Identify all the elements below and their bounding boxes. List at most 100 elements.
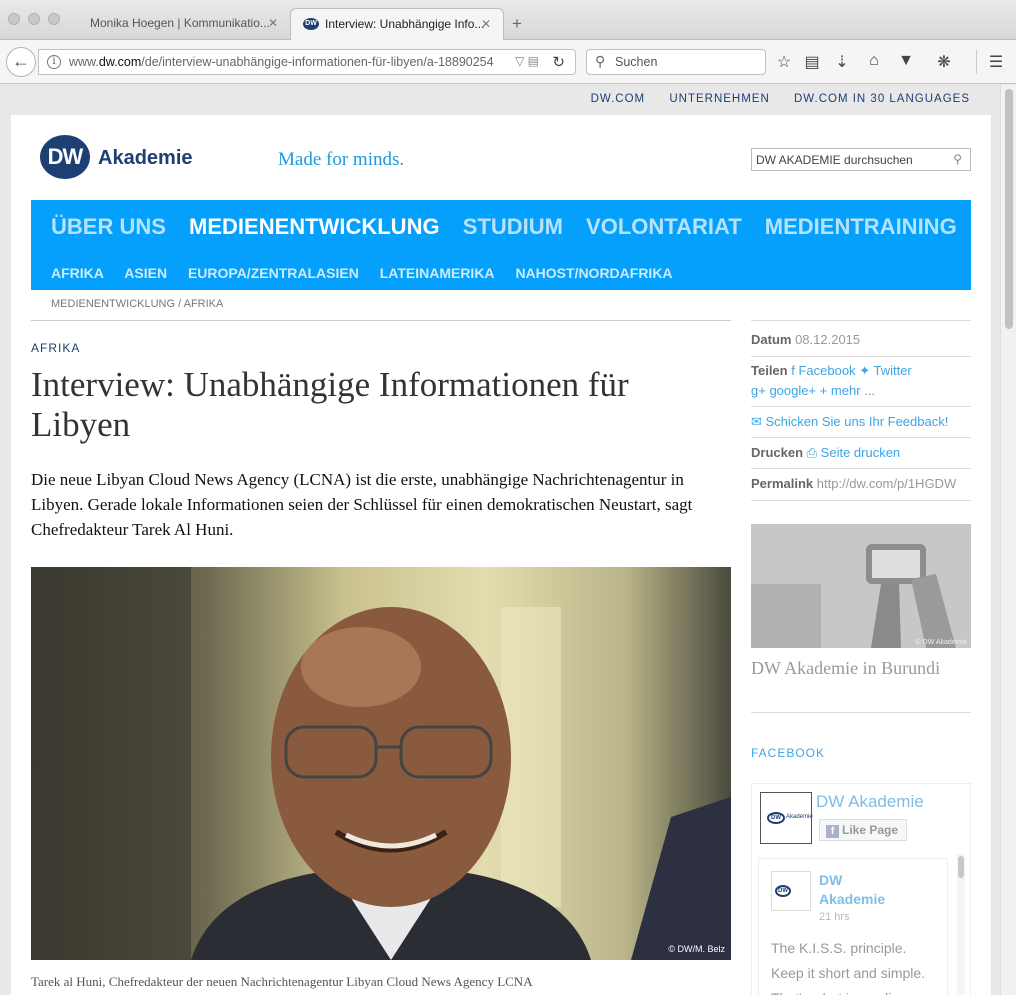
fb-page-logo[interactable]: DW Akademie bbox=[760, 792, 813, 844]
share-google-label: google+ bbox=[769, 383, 817, 398]
print-label: Drucken bbox=[751, 445, 804, 460]
subnav-item-asien[interactable]: ASIEN bbox=[124, 265, 167, 281]
divider bbox=[751, 468, 971, 469]
share-more-link[interactable]: + mehr ... bbox=[820, 383, 875, 398]
twitter-icon: ✦ bbox=[859, 363, 874, 378]
print-link[interactable]: ⎙ Seite drucken bbox=[807, 445, 901, 460]
subnav-item-europa[interactable]: EUROPA/ZENTRALASIEN bbox=[188, 265, 359, 281]
search-icon[interactable]: ⚲ bbox=[953, 152, 962, 166]
promo-credit: © DW Akademie bbox=[915, 639, 967, 646]
reader-view-icon[interactable]: ▽ ▤ bbox=[515, 54, 539, 68]
share-facebook-label: Facebook bbox=[798, 363, 856, 378]
share-row: Teilen f Facebook ✦ Twitter bbox=[751, 363, 971, 379]
feedback-link[interactable]: ✉ Schicken Sie uns Ihr Feedback! bbox=[751, 414, 971, 430]
tab-title: Monika Hoegen | Kommunikatio... bbox=[90, 16, 270, 30]
window-close-button[interactable] bbox=[8, 13, 20, 25]
site-search-placeholder: DW AKADEMIE durchsuchen bbox=[756, 153, 913, 167]
nav-item-ueber-uns[interactable]: ÜBER UNS bbox=[51, 214, 166, 239]
url-path: /de/interview-unabhängige-informationen-… bbox=[141, 55, 494, 69]
home-icon[interactable]: ⌂ bbox=[864, 52, 884, 70]
nav-item-volontariat[interactable]: VOLONTARIAT bbox=[586, 214, 742, 239]
fb-scrollbar[interactable] bbox=[957, 854, 965, 995]
google-plus-icon: g+ bbox=[751, 383, 770, 398]
dw-mini-logo-icon: DW bbox=[775, 885, 791, 897]
permalink-label: Permalink bbox=[751, 476, 814, 491]
info-icon[interactable]: i bbox=[47, 55, 61, 69]
extension-icon[interactable]: ❋ bbox=[934, 52, 954, 72]
window-minimize-button[interactable] bbox=[28, 13, 40, 25]
promo-illustration bbox=[751, 524, 971, 648]
facebook-icon: f bbox=[826, 825, 839, 838]
divider bbox=[751, 500, 971, 501]
share-more-label: mehr ... bbox=[830, 383, 875, 398]
fb-post-text: The K.I.S.S. principle. Keep it short an… bbox=[771, 940, 926, 995]
fb-page-name[interactable]: DW Akademie bbox=[816, 792, 924, 812]
fb-scroll-thumb[interactable] bbox=[958, 856, 964, 878]
page-viewport: DW.COM UNTERNEHMEN DW.COM IN 30 LANGUAGE… bbox=[0, 85, 1016, 995]
share-facebook-link[interactable]: f Facebook bbox=[791, 363, 855, 378]
nav-item-medientraining[interactable]: MEDIENTRAINING bbox=[765, 214, 957, 239]
toplink-dw-com[interactable]: DW.COM bbox=[591, 93, 646, 105]
share-twitter-link[interactable]: ✦ Twitter bbox=[859, 363, 912, 378]
download-icon[interactable]: ⇣ bbox=[832, 52, 852, 72]
subnav-item-lateinamerika[interactable]: LATEINAMERIKA bbox=[380, 265, 495, 281]
scroll-thumb[interactable] bbox=[1005, 89, 1013, 329]
close-icon[interactable]: ✕ bbox=[268, 16, 278, 30]
subnav-item-afrika[interactable]: AFRIKA bbox=[51, 265, 104, 281]
fb-post-author[interactable]: DW Akademie bbox=[819, 871, 899, 909]
new-tab-button[interactable]: + bbox=[512, 14, 522, 34]
tab-monika-hoegen[interactable]: Monika Hoegen | Kommunikatio... ✕ bbox=[78, 8, 290, 40]
window-zoom-button[interactable] bbox=[48, 13, 60, 25]
share-twitter-label: Twitter bbox=[873, 363, 912, 378]
photo-credit: © DW/M. Belz bbox=[668, 944, 725, 954]
date-label: Datum bbox=[751, 332, 792, 347]
pocket-icon[interactable]: ▼ bbox=[896, 52, 916, 70]
facebook-widget: DW Akademie DW Akademie f Like Page DW DW… bbox=[751, 783, 971, 995]
toplink-unternehmen[interactable]: UNTERNEHMEN bbox=[669, 93, 769, 105]
permalink-value[interactable]: http://dw.com/p/1HGDW bbox=[817, 476, 956, 491]
url-host: dw.com bbox=[98, 55, 142, 69]
feedback-label: Schicken Sie uns Ihr Feedback! bbox=[765, 414, 949, 429]
bookmark-star-icon[interactable]: ☆ bbox=[774, 52, 794, 72]
toplink-languages[interactable]: DW.COM IN 30 LANGUAGES bbox=[794, 93, 970, 105]
mail-icon: ✉ bbox=[751, 414, 766, 429]
promo-title[interactable]: DW Akademie in Burundi bbox=[751, 658, 940, 679]
menu-icon[interactable]: ☰ bbox=[986, 52, 1006, 72]
url-bar[interactable]: i www.dw.com/de/interview-unabhängige-in… bbox=[38, 49, 576, 75]
url-prefix: www. bbox=[69, 55, 99, 69]
browser-search-input[interactable]: ⚲ Suchen bbox=[586, 49, 766, 75]
fb-like-button[interactable]: f Like Page bbox=[819, 819, 907, 841]
reload-icon[interactable]: ↻ bbox=[552, 53, 565, 71]
article-photo[interactable]: © DW/M. Belz bbox=[31, 567, 731, 960]
dw-logo[interactable]: DW bbox=[40, 135, 90, 179]
divider bbox=[751, 712, 971, 713]
back-button[interactable]: ← bbox=[6, 47, 36, 77]
site-search-input[interactable]: DW AKADEMIE durchsuchen ⚲ bbox=[751, 148, 971, 171]
share-label: Teilen bbox=[751, 363, 788, 378]
fb-post: DW DW Akademie 21 hrs The K.I.S.S. princ… bbox=[758, 858, 948, 995]
fb-like-label: Like Page bbox=[842, 823, 899, 837]
logo-text[interactable]: Akademie bbox=[98, 147, 193, 170]
promo-image[interactable]: © DW Akademie bbox=[751, 524, 971, 648]
reading-list-icon[interactable]: ▤ bbox=[802, 52, 822, 72]
subnav-item-nahost[interactable]: NAHOST/NORDAFRIKA bbox=[515, 265, 672, 281]
dw-mini-logo-icon: DW bbox=[767, 812, 785, 824]
permalink-row: Permalink http://dw.com/p/1HGDW bbox=[751, 476, 971, 491]
date-row: Datum 08.12.2015 bbox=[751, 332, 971, 347]
nav-item-studium[interactable]: STUDIUM bbox=[463, 214, 563, 239]
breadcrumb-afrika[interactable]: AFRIKA bbox=[184, 298, 224, 310]
print-row: Drucken ⎙ Seite drucken bbox=[751, 445, 971, 461]
nav-item-medienentwicklung[interactable]: MEDIENENTWICKLUNG bbox=[189, 214, 440, 239]
search-icon: ⚲ bbox=[595, 53, 606, 69]
breadcrumb-medienentwicklung[interactable]: MEDIENENTWICKLUNG bbox=[51, 298, 175, 310]
fb-post-avatar[interactable]: DW bbox=[771, 871, 811, 911]
mini-logo-text: Akademie bbox=[786, 814, 813, 820]
tab-interview[interactable]: DW Interview: Unabhängige Info... ✕ bbox=[290, 8, 504, 40]
page-scrollbar[interactable] bbox=[1000, 85, 1016, 995]
plus-icon: + bbox=[819, 383, 831, 398]
portrait-illustration bbox=[31, 567, 731, 960]
close-icon[interactable]: ✕ bbox=[481, 17, 491, 31]
article-kicker[interactable]: AFRIKA bbox=[31, 341, 80, 355]
divider bbox=[751, 406, 971, 407]
share-google-link[interactable]: g+ google+ bbox=[751, 383, 816, 398]
